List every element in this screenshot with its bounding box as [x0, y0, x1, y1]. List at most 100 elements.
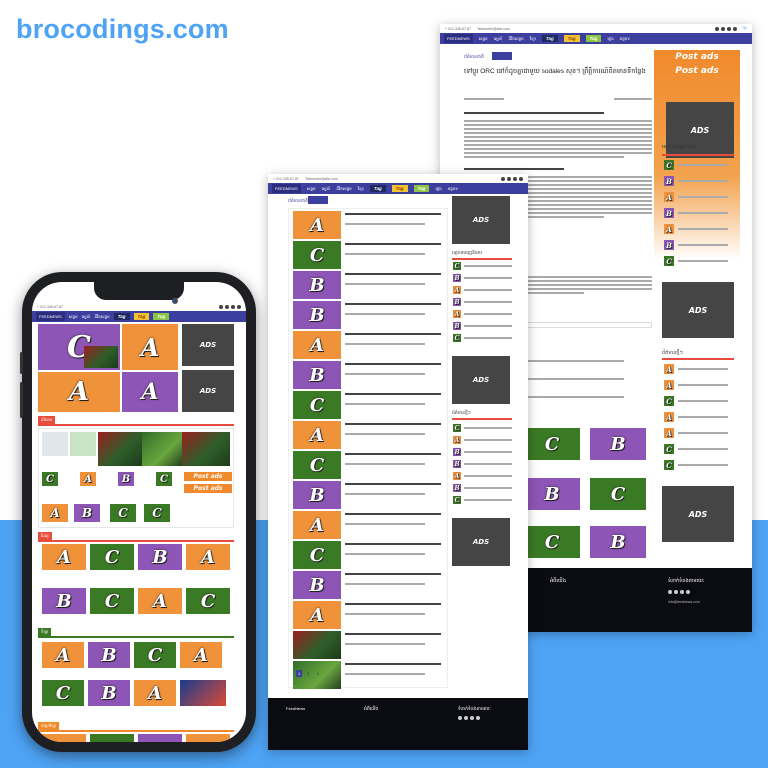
- article-thumb[interactable]: [142, 432, 182, 466]
- phone-contact: + 012-345-67-87: [37, 304, 63, 309]
- nav-item[interactable]: សង្គម: [69, 314, 78, 320]
- nav-item[interactable]: ស្នេហ៍: [322, 186, 331, 192]
- section-label: ព័ត៌មាន: [38, 416, 56, 424]
- phone-contact: + 012-345-67-87: [445, 26, 471, 31]
- nav-item[interactable]: វិទ្យា: [358, 186, 364, 192]
- related-thumb[interactable]: B: [590, 428, 646, 460]
- related-thumb[interactable]: B: [524, 478, 580, 510]
- breadcrumb[interactable]: ព័ត៌មានជាតិ: [288, 198, 308, 205]
- nav-item[interactable]: ជីវិតសង្គម: [94, 314, 109, 320]
- footer-email[interactable]: info@feednews.com: [668, 600, 700, 604]
- nav-tag[interactable]: Tag: [413, 185, 430, 192]
- post-thumbnail[interactable]: A: [293, 511, 341, 539]
- hero-card[interactable]: A: [122, 372, 178, 412]
- email-contact: Telecenter@site.com: [476, 26, 510, 31]
- hero-photo[interactable]: [84, 346, 118, 368]
- related-thumb[interactable]: C: [524, 428, 580, 460]
- nav-item[interactable]: សង្គម: [479, 36, 488, 42]
- page-number[interactable]: 1: [296, 670, 303, 677]
- footer-about-title: អំពីយើង: [550, 578, 566, 584]
- nav-item[interactable]: អត្ថបទ: [448, 186, 458, 192]
- sidebar-title: អត្ថបទពេញនិយម: [452, 250, 482, 255]
- footer-social-icons[interactable]: [668, 590, 690, 594]
- top-info-bar: + 012-345-67-87 Telecenter@site.com: [268, 174, 528, 183]
- ad-slot[interactable]: ADS: [452, 196, 510, 244]
- nav-home[interactable]: FEEDNEWS: [444, 34, 473, 43]
- related-thumb[interactable]: B: [590, 526, 646, 558]
- nav-item[interactable]: វិទ្យា: [530, 36, 536, 42]
- nav-item[interactable]: ស្នេហ៍: [494, 36, 503, 42]
- post-thumbnail[interactable]: B: [293, 301, 341, 329]
- post-thumbnail[interactable]: C: [293, 241, 341, 269]
- article-thumb[interactable]: [98, 432, 142, 466]
- post-thumbnail[interactable]: C: [293, 541, 341, 569]
- camera-icon: [172, 298, 178, 304]
- nav-tag[interactable]: Tag: [369, 185, 386, 192]
- language-link[interactable]: ខ្មែរ: [743, 26, 747, 31]
- post-ads-label[interactable]: Post ads: [654, 52, 740, 62]
- article-thumb[interactable]: [70, 432, 96, 456]
- ad-slot[interactable]: ADS: [662, 282, 734, 338]
- ad-slot[interactable]: ADS: [452, 356, 510, 404]
- email-contact: Telecenter@site.com: [304, 176, 338, 181]
- ad-slot[interactable]: ADS: [182, 324, 234, 366]
- footer-brand: FeedNews: [286, 706, 306, 711]
- nav-item[interactable]: ស្នេហ៍: [82, 314, 91, 320]
- post-thumbnail[interactable]: C: [293, 451, 341, 479]
- nav-home[interactable]: FEEDNEWS: [272, 184, 301, 193]
- social-icons[interactable]: [714, 26, 737, 31]
- sidebar-title: អត្ថបទពេញនិយម: [662, 144, 696, 150]
- main-nav: FEEDNEWS សង្គម ស្នេហ៍ ជីវិតសង្គម វិទ្យា …: [440, 33, 752, 44]
- nav-item[interactable]: ភ្លេង: [435, 186, 441, 192]
- related-thumb[interactable]: C: [590, 478, 646, 510]
- nav-home[interactable]: FEEDNEWS: [36, 312, 65, 321]
- ad-slot[interactable]: ADS: [182, 370, 234, 412]
- related-thumb[interactable]: C: [524, 526, 580, 558]
- nav-tag[interactable]: Tag: [133, 313, 150, 320]
- section-label: បច្ចេកវិទ្យា: [38, 722, 60, 730]
- post-ads-label[interactable]: Post ads: [184, 472, 232, 481]
- post-thumbnail[interactable]: C: [293, 391, 341, 419]
- post-thumbnail[interactable]: B: [293, 271, 341, 299]
- post-thumbnail[interactable]: A: [293, 421, 341, 449]
- post-ads-label[interactable]: Post ads: [184, 484, 232, 493]
- page-number[interactable]: 3: [314, 670, 320, 677]
- site-logo[interactable]: brocodings.com: [16, 14, 229, 45]
- nav-tag[interactable]: Tag: [391, 185, 408, 192]
- article-thumb[interactable]: [42, 432, 68, 456]
- phone-mockup: + 012-345-67-87 FEEDNEWS សង្គម ស្នេហ៍ ជី…: [20, 272, 256, 752]
- post-thumbnail[interactable]: A: [293, 601, 341, 629]
- footer-social-icons[interactable]: [458, 716, 480, 720]
- article-tag-badge[interactable]: [492, 52, 512, 60]
- nav-item[interactable]: សង្គម: [307, 186, 316, 192]
- ad-slot[interactable]: ADS: [662, 486, 734, 542]
- nav-tag[interactable]: Tag: [563, 35, 580, 42]
- post-thumbnail[interactable]: B: [293, 361, 341, 389]
- social-icons[interactable]: [219, 304, 241, 309]
- article-title: ទៅប្ដូរ ORC នៅក៏ដូចគ្នាជាមួយ sodales សុខ…: [464, 68, 646, 75]
- article-category[interactable]: ព័ត៌មានជាតិ: [464, 54, 484, 61]
- nav-item[interactable]: ជីវិតសង្គម: [336, 186, 351, 192]
- post-thumbnail[interactable]: B: [293, 571, 341, 599]
- article-thumb[interactable]: [180, 680, 226, 706]
- nav-item[interactable]: ភ្លេង: [607, 36, 613, 42]
- hero-card[interactable]: A: [122, 324, 178, 370]
- page-number[interactable]: 2: [305, 670, 311, 677]
- post-thumbnail[interactable]: B: [293, 481, 341, 509]
- post-ads-label[interactable]: Post ads: [654, 66, 740, 76]
- hero-card[interactable]: A: [38, 372, 120, 412]
- social-icons[interactable]: [501, 176, 523, 181]
- ad-slot[interactable]: ADS: [452, 518, 510, 566]
- nav-tag[interactable]: Tag: [153, 313, 170, 320]
- nav-tag[interactable]: Tag: [113, 313, 130, 320]
- post-thumbnail[interactable]: A: [293, 211, 341, 239]
- nav-item[interactable]: ជីវិតសង្គម: [508, 36, 523, 42]
- page-footer: FeedNews អំពីយើង ទំនាក់ទំនងតាមរយៈ: [268, 698, 528, 750]
- post-thumbnail[interactable]: A: [293, 331, 341, 359]
- article-thumb[interactable]: [182, 432, 230, 466]
- nav-tag[interactable]: Tag: [541, 35, 558, 42]
- category-badge: [308, 196, 328, 204]
- post-thumbnail-photo[interactable]: [293, 631, 341, 659]
- nav-item[interactable]: អត្ថបទ: [620, 36, 630, 42]
- nav-tag[interactable]: Tag: [585, 35, 602, 42]
